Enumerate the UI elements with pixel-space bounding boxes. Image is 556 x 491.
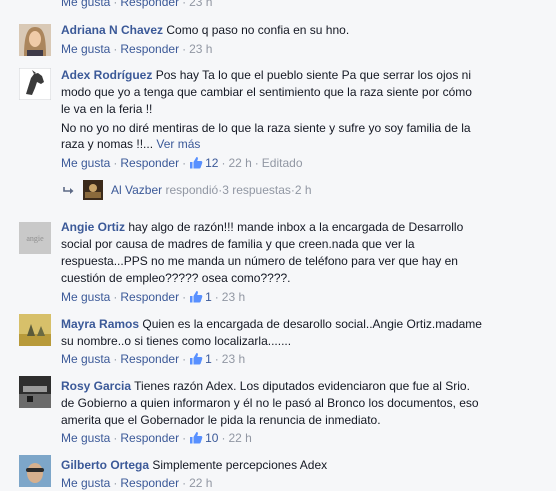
thumbs-up-icon [189,156,203,173]
like-link[interactable]: Me gusta [61,431,110,445]
avatar[interactable] [19,68,51,100]
edited-label[interactable]: Editado [262,156,303,170]
avatar[interactable] [19,24,51,56]
like-count[interactable]: 1 [189,290,212,304]
like-count[interactable]: 10 [189,431,218,445]
comment-actions: Me gusta · Responder · 23 h [61,42,213,56]
comment-text: respuesta...PPS no me manda un número de… [61,254,458,268]
comment-text: Simplemente percepciones Adex [152,458,328,472]
reply-link[interactable]: Responder [120,0,179,9]
reply-link[interactable]: Responder [120,431,179,445]
comment-text: su nombre..o si tienes como localizarla.… [61,334,292,348]
timestamp[interactable]: 22 h [228,431,251,445]
comment-text: Como q paso no confia en su hno. [166,23,350,37]
timestamp[interactable]: 23 h [189,42,212,56]
see-more-link[interactable]: Ver más [156,137,200,151]
reply-link[interactable]: Responder [120,476,179,490]
timestamp[interactable]: 2 h [295,183,312,197]
reply-author[interactable]: Al Vazber [111,183,162,197]
reply-link[interactable]: Responder [120,352,179,366]
comment-author[interactable]: Mayra Ramos [61,317,139,331]
comment-text: Pos hay Ta lo que el pueblo siente Pa qu… [155,68,471,82]
like-link[interactable]: Me gusta [61,476,110,490]
comment-author[interactable]: Angie Ortiz [61,220,125,234]
timestamp[interactable]: 22 h [228,156,251,170]
comment-text: modo que yo a tenga que cambiar el senti… [61,85,472,99]
thumbs-up-icon [189,431,203,448]
like-link[interactable]: Me gusta [61,156,110,170]
comment-actions: Me gusta · Responder · 10 · 22 h [61,430,548,448]
comment-text: cuestión de empleo????? osea como????. [61,271,291,285]
comment-author[interactable]: Gilberto Ortega [61,458,149,472]
comment-text: social por causa de madres de familia y … [61,237,415,251]
like-count[interactable]: 1 [189,352,212,366]
comment-text: No no yo no diré mentiras de lo que la r… [61,121,471,135]
thumbs-up-icon [189,290,203,307]
timestamp[interactable]: 23 h [222,352,245,366]
comment-text: de Gobierno a quien informaron y él no l… [61,396,479,410]
timestamp[interactable]: 22 h [189,476,212,490]
like-count[interactable]: 12 [189,156,218,170]
comment-actions: Me gusta · Responder · 1 · 23 h [61,351,548,369]
reply-link[interactable]: Responder [120,42,179,56]
thumbs-up-icon [189,352,203,369]
reply-link[interactable]: Responder [120,290,179,304]
timestamp[interactable]: 23 h [189,0,212,9]
comment-author[interactable]: Adex Rodríguez [61,68,152,82]
reply-count[interactable]: 3 respuestas [222,183,291,197]
like-link[interactable]: Me gusta [61,290,110,304]
reply-link[interactable]: Responder [120,156,179,170]
comment-text: le va en la feria !! [61,102,153,116]
avatar[interactable]: angie [19,222,51,254]
like-link[interactable]: Me gusta [61,42,110,56]
comment-actions: Me gusta · Responder · 1 · 23 h [61,289,548,307]
comment-actions: Me gusta · Responder · 12 · 22 h · Editado [61,155,548,173]
comment-actions: Me gusta · Responder · 22 h [61,476,213,490]
avatar[interactable] [19,455,51,487]
like-link[interactable]: Me gusta [61,352,110,366]
avatar[interactable] [19,314,51,346]
timestamp[interactable]: 23 h [222,290,245,304]
replies-summary[interactable]: Al Vazber respondió·3 respuestas·2 h [63,180,312,200]
reply-avatar [83,180,103,200]
comment-text: Quien es la encargada de desarollo socia… [142,317,482,331]
like-link[interactable]: Me gusta [61,0,110,9]
comment-text: raza y nomas !!... [61,137,154,151]
comment-text: Tienes razón Adex. Los diputados evidenc… [134,379,470,393]
svg-text:angie: angie [26,234,44,243]
comment-author[interactable]: Rosy Garcia [61,379,131,393]
comment-text: amerita que el Gobernador le pida la ren… [61,413,381,427]
avatar[interactable] [19,376,51,408]
comment-text: hay algo de razón!!! mande inbox a la en… [128,220,464,234]
reply-arrow-icon [63,184,75,200]
comment-author[interactable]: Adriana N Chavez [61,23,163,37]
comment-actions: Me gusta · Responder · 23 h [61,0,548,10]
